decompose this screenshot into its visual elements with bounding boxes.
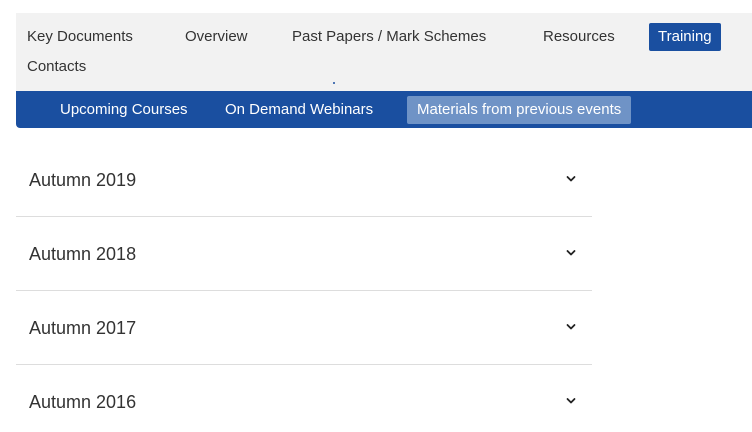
chevron-down-icon bbox=[566, 176, 576, 182]
accordion-item-title: Autumn 2016 bbox=[29, 392, 137, 412]
accordion-item-autumn-2017[interactable]: Autumn 2017 bbox=[16, 291, 592, 365]
nav-item-overview[interactable]: Overview bbox=[185, 27, 248, 47]
decorative-dot bbox=[333, 82, 335, 84]
nav-item-past-papers[interactable]: Past Papers / Mark Schemes bbox=[292, 27, 486, 47]
accordion-item-title: Autumn 2018 bbox=[29, 244, 137, 264]
nav-item-contacts[interactable]: Contacts bbox=[27, 57, 86, 77]
nav-item-key-documents[interactable]: Key Documents bbox=[27, 27, 133, 47]
events-accordion: Autumn 2019 Autumn 2018 Autumn 2017 Autu… bbox=[16, 143, 592, 432]
sub-nav-on-demand-webinars[interactable]: On Demand Webinars bbox=[215, 96, 383, 124]
sub-nav-upcoming-courses[interactable]: Upcoming Courses bbox=[50, 96, 198, 124]
sub-navigation: Upcoming Courses On Demand Webinars Mate… bbox=[16, 91, 752, 128]
top-navigation: Key Documents Overview Past Papers / Mar… bbox=[16, 13, 752, 91]
accordion-item-autumn-2018[interactable]: Autumn 2018 bbox=[16, 217, 592, 291]
nav-item-training[interactable]: Training bbox=[649, 23, 721, 51]
chevron-down-icon bbox=[566, 250, 576, 256]
chevron-down-icon bbox=[566, 398, 576, 404]
sub-nav-materials-previous-events[interactable]: Materials from previous events bbox=[407, 96, 632, 124]
accordion-item-title: Autumn 2017 bbox=[29, 318, 137, 338]
accordion-item-autumn-2016[interactable]: Autumn 2016 bbox=[16, 365, 592, 432]
accordion-item-title: Autumn 2019 bbox=[29, 170, 137, 190]
nav-item-resources[interactable]: Resources bbox=[543, 27, 615, 47]
chevron-down-icon bbox=[566, 324, 576, 330]
accordion-item-autumn-2019[interactable]: Autumn 2019 bbox=[16, 143, 592, 217]
